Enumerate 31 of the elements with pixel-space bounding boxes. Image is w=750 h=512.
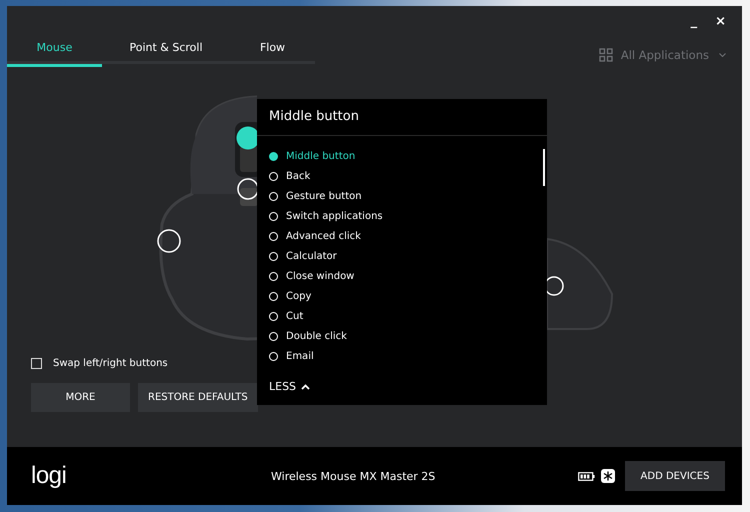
action-option[interactable]: Switch applications [269, 206, 509, 226]
close-button[interactable]: × [711, 14, 730, 28]
action-option[interactable]: Copy [269, 286, 509, 306]
action-option[interactable]: Cut [269, 306, 509, 326]
scrollbar[interactable] [543, 149, 545, 186]
restore-defaults-button[interactable]: RESTORE DEFAULTS [138, 383, 258, 412]
dropdown-title: Middle button [257, 99, 547, 136]
tab[interactable]: Flow [230, 36, 315, 67]
add-devices-button[interactable]: ADD DEVICES [625, 461, 725, 491]
checkbox[interactable] [31, 358, 42, 369]
checkbox-label: Swap left/right buttons [53, 358, 168, 369]
action-option[interactable]: Gesture button [269, 186, 509, 206]
action-option[interactable]: Back [269, 166, 509, 186]
logo: logi [31, 462, 68, 490]
grid-icon[interactable] [598, 48, 613, 62]
action-option[interactable]: Middle button [269, 146, 509, 166]
less-button[interactable]: LESS [269, 379, 316, 405]
action-option[interactable]: Double click [269, 326, 509, 346]
receiver-icon [601, 469, 615, 483]
chevron-up-icon [301, 384, 310, 390]
tab[interactable]: Mouse [7, 36, 102, 67]
more-button[interactable]: MORE [31, 383, 130, 412]
tab[interactable]: Point & Scroll [102, 36, 230, 67]
action-option[interactable]: Calculator [269, 246, 509, 266]
action-option[interactable]: Advanced click [269, 226, 509, 246]
battery-icon [578, 472, 595, 480]
action-option[interactable]: Email [269, 346, 509, 366]
chevron-down-icon [719, 53, 726, 57]
device-name: Wireless Mouse MX Master 2S [271, 470, 436, 482]
minimize-button[interactable]: _ [686, 14, 702, 28]
action-option[interactable]: Close window [269, 266, 509, 286]
